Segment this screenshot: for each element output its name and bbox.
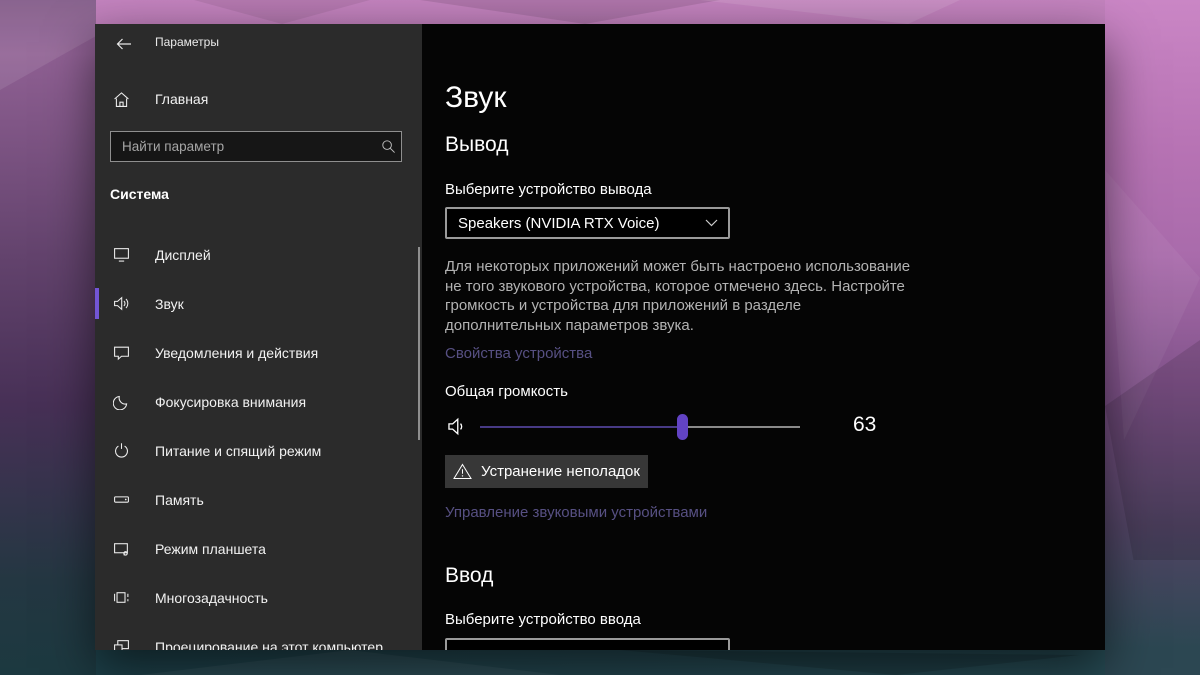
sidebar-item-label: Проецирование на этот компьютер: [155, 639, 383, 651]
selected-indicator: [95, 288, 99, 319]
search-box[interactable]: [110, 131, 402, 162]
troubleshoot-button-label: Устранение неполадок: [481, 463, 640, 480]
sidebar-nav: Дисплей Звук Уведомления и действия: [95, 230, 422, 650]
volume-slider-row: 63: [445, 412, 1085, 442]
volume-label: Общая громкость: [445, 383, 568, 400]
wallpaper-facet: [0, 0, 96, 675]
output-device-label: Выберите устройство вывода: [445, 181, 652, 198]
sidebar-scrollbar[interactable]: [418, 247, 420, 440]
sidebar-item-label: Многозадачность: [155, 590, 268, 606]
input-device-dropdown[interactable]: [445, 638, 730, 650]
search-input[interactable]: [111, 139, 375, 154]
sidebar-item-storage[interactable]: Память: [95, 475, 422, 524]
output-description: Для некоторых приложений может быть наст…: [445, 257, 911, 335]
sidebar-item-home[interactable]: Главная: [95, 77, 422, 121]
device-properties-link[interactable]: Свойства устройства: [445, 345, 592, 362]
focus-assist-icon: [113, 393, 130, 410]
input-device-label: Выберите устройство ввода: [445, 611, 641, 628]
power-sleep-icon: [113, 442, 130, 459]
sidebar-section-title: Система: [110, 186, 169, 202]
search-icon[interactable]: [375, 139, 401, 154]
volume-icon[interactable]: [447, 416, 468, 437]
tablet-mode-icon: [113, 540, 130, 557]
sidebar-item-label: Память: [155, 492, 204, 508]
input-section-title: Ввод: [445, 564, 493, 588]
volume-value: 63: [853, 413, 876, 437]
sidebar-item-tablet-mode[interactable]: Режим планшета: [95, 524, 422, 573]
volume-slider-thumb[interactable]: [677, 414, 688, 440]
sidebar-item-multitasking[interactable]: Многозадачность: [95, 573, 422, 622]
storage-icon: [113, 491, 130, 508]
output-device-dropdown[interactable]: Speakers (NVIDIA RTX Voice): [445, 207, 730, 239]
sidebar-item-notifications[interactable]: Уведомления и действия: [95, 328, 422, 377]
main-pane: Звук Вывод Выберите устройство вывода Sp…: [422, 24, 1105, 650]
sidebar-item-label: Звук: [155, 296, 184, 312]
sidebar-item-label: Уведомления и действия: [155, 345, 318, 361]
volume-slider[interactable]: [480, 426, 800, 428]
sidebar-item-label: Питание и спящий режим: [155, 443, 321, 459]
wallpaper-facet: [700, 0, 960, 24]
sidebar-item-label: Фокусировка внимания: [155, 394, 306, 410]
wallpaper-facet: [420, 0, 720, 24]
display-icon: [113, 246, 130, 263]
sidebar-item-display[interactable]: Дисплей: [95, 230, 422, 279]
warning-icon: [453, 463, 472, 480]
output-section-title: Вывод: [445, 133, 509, 157]
sidebar-item-power-sleep[interactable]: Питание и спящий режим: [95, 426, 422, 475]
notifications-icon: [113, 344, 130, 361]
page-title: Звук: [445, 81, 507, 115]
multitasking-icon: [113, 589, 130, 606]
sidebar-item-sound[interactable]: Звук: [95, 279, 422, 328]
sidebar: Параметры Главная Система Дисплей: [95, 24, 422, 650]
troubleshoot-button[interactable]: Устранение неполадок: [445, 455, 648, 488]
back-arrow-icon: [116, 38, 132, 50]
volume-slider-fill: [480, 426, 682, 428]
sidebar-item-label: Главная: [155, 91, 208, 107]
sidebar-item-label: Дисплей: [155, 247, 211, 263]
wallpaper-facet: [150, 0, 370, 24]
back-button[interactable]: [107, 31, 141, 57]
settings-window: Параметры Главная Система Дисплей: [95, 24, 1105, 650]
projecting-icon: [113, 638, 130, 650]
manage-sound-devices-link[interactable]: Управление звуковыми устройствами: [445, 504, 707, 521]
home-icon: [113, 91, 130, 108]
sound-icon: [113, 295, 130, 312]
sidebar-item-label: Режим планшета: [155, 541, 266, 557]
sidebar-item-focus-assist[interactable]: Фокусировка внимания: [95, 377, 422, 426]
window-title: Параметры: [155, 35, 219, 49]
sidebar-item-projecting[interactable]: Проецирование на этот компьютер: [95, 622, 422, 650]
chevron-down-icon: [694, 219, 728, 227]
output-device-selected: Speakers (NVIDIA RTX Voice): [447, 215, 694, 232]
